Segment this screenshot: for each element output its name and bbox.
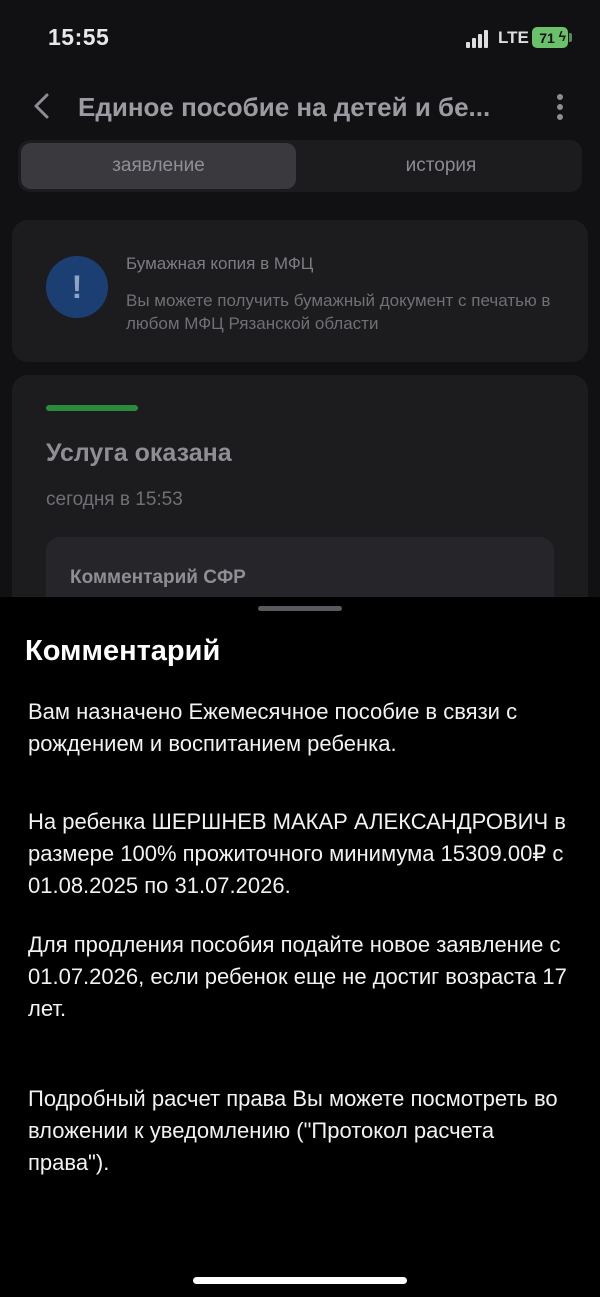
comment-paragraph: Для продления пособия подайте новое заяв… (28, 932, 567, 1021)
battery-tip (569, 33, 572, 42)
sheet-title: Комментарий (25, 635, 221, 667)
status-time: 15:55 (48, 24, 110, 50)
status-timestamp: сегодня в 15:53 (46, 489, 183, 510)
comment-bottom-sheet: Комментарий Вам назначено Ежемесячное по… (0, 597, 600, 1297)
exclamation-icon: ! (46, 256, 108, 318)
page-title: Единое пособие на детей и бе... (78, 92, 491, 122)
navigation-bar: Единое пособие на детей и бе... (0, 80, 600, 136)
background-screen: 15:55 LTE 71 ϟ Единое пособие на детей и… (0, 0, 600, 600)
info-card-title: Бумажная копия в МФЦ (126, 254, 314, 273)
status-title: Услуга оказана (46, 439, 232, 467)
status-bar: 15:55 LTE 71 ϟ (0, 0, 600, 80)
tab-application[interactable]: заявление (21, 143, 296, 189)
info-card-text: Вы можете получить бумажный документ с п… (126, 291, 551, 333)
segmented-control: заявление история (18, 140, 582, 192)
sheet-body: Вам назначено Ежемесячное пособие в связ… (28, 696, 573, 1179)
comment-paragraph: Вам назначено Ежемесячное пособие в связ… (28, 699, 518, 756)
battery-level: 71 (539, 29, 555, 46)
home-indicator[interactable] (193, 1277, 407, 1284)
more-vertical-icon[interactable] (551, 94, 569, 124)
sheet-grabber-handle[interactable] (258, 606, 342, 611)
info-card: ! Бумажная копия в МФЦ Вы можете получит… (12, 220, 588, 362)
status-card: Услуга оказана сегодня в 15:53 Комментар… (12, 375, 588, 600)
comment-paragraph: Подробный расчет права Вы можете посмотр… (28, 1086, 558, 1175)
battery-icon: 71 ϟ (532, 27, 568, 48)
comment-preview-title: Комментарий СФР (70, 567, 246, 588)
signal-icon (466, 30, 492, 48)
comment-preview[interactable]: Комментарий СФР (46, 537, 554, 600)
comment-paragraph: На ребенка ШЕРШНЕВ МАКАР АЛЕКСАНДРОВИЧ в… (28, 809, 566, 898)
back-chevron-icon[interactable] (28, 92, 56, 120)
network-label: LTE (498, 28, 529, 47)
status-progress-bar (46, 405, 138, 411)
charging-bolt-icon: ϟ (558, 28, 566, 44)
tab-history[interactable]: история (303, 143, 579, 189)
